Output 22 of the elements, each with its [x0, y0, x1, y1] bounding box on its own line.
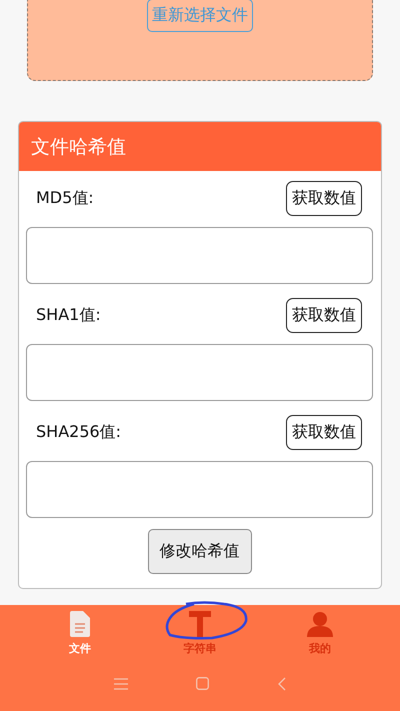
- hash-label: SHA1值:: [36, 305, 101, 326]
- home-icon[interactable]: [196, 677, 210, 690]
- hash-field[interactable]: [26, 461, 373, 518]
- menu-icon[interactable]: [114, 678, 128, 690]
- upload-area[interactable]: 重新选择文件: [27, 0, 373, 81]
- nav-tab[interactable]: 文件: [45, 611, 115, 656]
- hash-label: SHA256值:: [36, 422, 122, 443]
- user-icon: [307, 611, 333, 637]
- hash-label: MD5值:: [36, 188, 94, 209]
- modify-hash-button[interactable]: 修改哈希值: [148, 529, 252, 574]
- nav-tab[interactable]: 我的: [285, 611, 355, 656]
- get-value-button[interactable]: 获取数值: [286, 415, 362, 450]
- text-icon: [189, 611, 211, 637]
- hash-field[interactable]: [26, 227, 373, 284]
- reselect-file-button[interactable]: 重新选择文件: [147, 0, 253, 32]
- back-icon[interactable]: [278, 676, 286, 690]
- get-value-button[interactable]: 获取数值: [286, 181, 362, 216]
- document-icon: [70, 611, 90, 637]
- nav-tab[interactable]: 字符串: [165, 611, 235, 656]
- hash-field[interactable]: [26, 344, 373, 401]
- card-title: 文件哈希值: [19, 122, 381, 171]
- get-value-button[interactable]: 获取数值: [286, 298, 362, 333]
